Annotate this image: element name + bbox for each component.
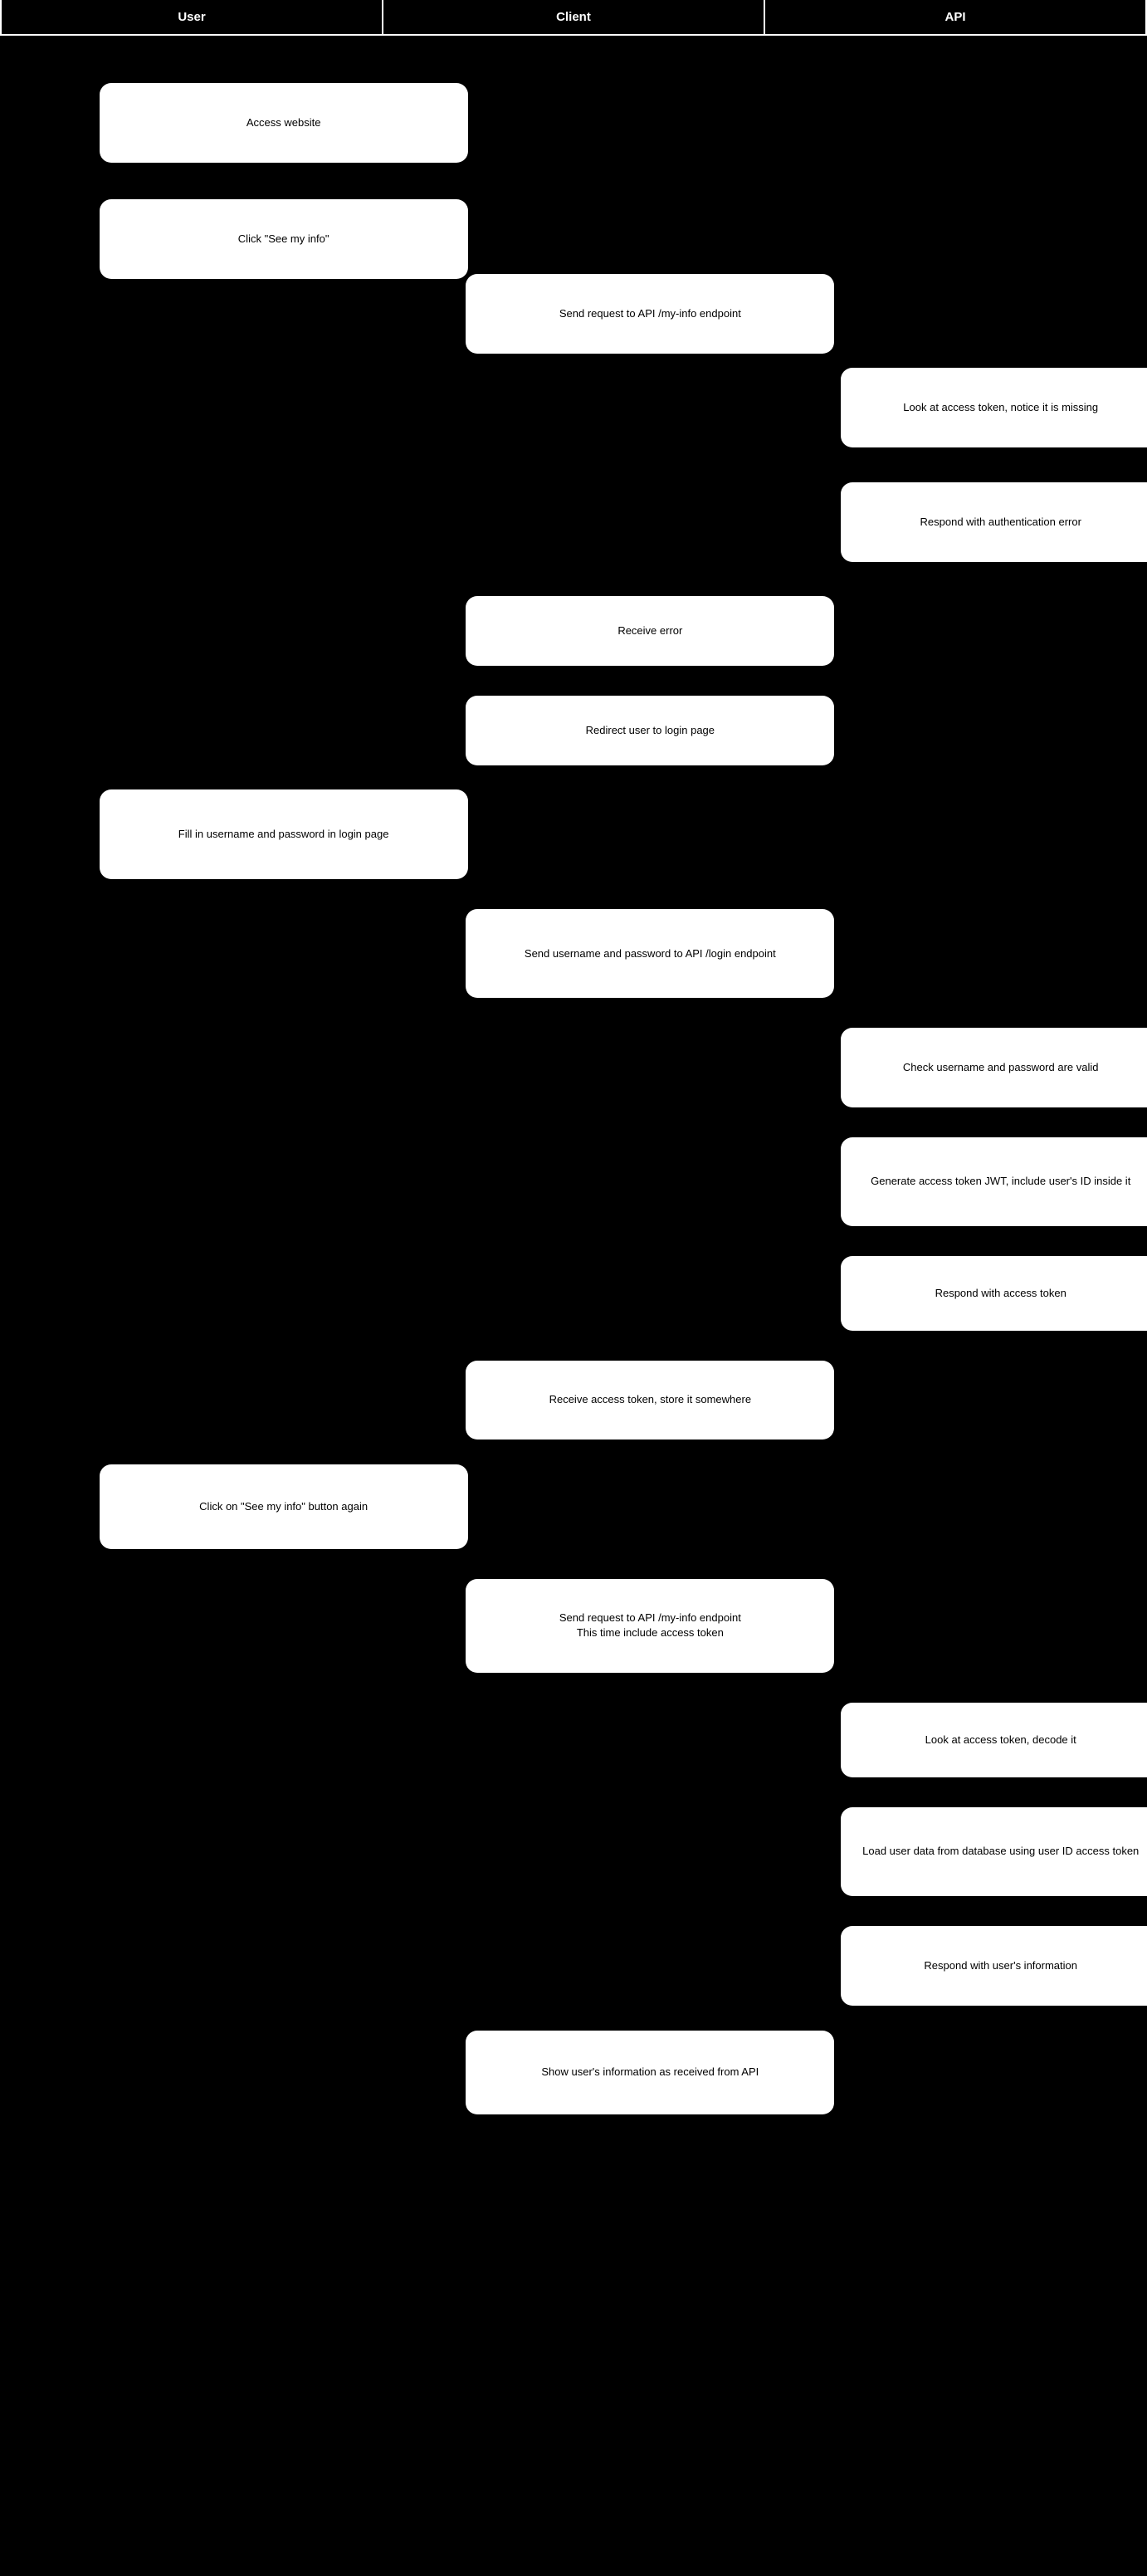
send-request-my-info: Send request to API /my-info endpoint bbox=[466, 274, 834, 354]
diagram-area: Access websiteClick "See my info"Send re… bbox=[0, 36, 1147, 2576]
access-website: Access website bbox=[100, 83, 468, 163]
check-username-password: Check username and password are valid bbox=[841, 1028, 1147, 1107]
look-at-access-token-missing: Look at access token, notice it is missi… bbox=[841, 368, 1147, 447]
header-user: User bbox=[0, 0, 383, 34]
header-api: API bbox=[765, 0, 1147, 34]
show-user-info: Show user's information as received from… bbox=[466, 2031, 834, 2115]
send-request-my-info-2: Send request to API /my-info endpoint Th… bbox=[466, 1579, 834, 1674]
generate-access-token: Generate access token JWT, include user'… bbox=[841, 1137, 1147, 1227]
fill-username-password: Fill in username and password in login p… bbox=[100, 789, 468, 879]
click-see-my-info-again: Click on "See my info" button again bbox=[100, 1464, 468, 1549]
click-see-my-info: Click "See my info" bbox=[100, 199, 468, 279]
load-user-data: Load user data from database using user … bbox=[841, 1807, 1147, 1897]
redirect-login: Redirect user to login page bbox=[466, 696, 834, 765]
respond-auth-error: Respond with authentication error bbox=[841, 482, 1147, 562]
receive-store-token: Receive access token, store it somewhere bbox=[466, 1361, 834, 1440]
send-username-password: Send username and password to API /login… bbox=[466, 909, 834, 999]
receive-error: Receive error bbox=[466, 596, 834, 666]
look-at-access-token-decode: Look at access token, decode it bbox=[841, 1703, 1147, 1777]
respond-user-info: Respond with user's information bbox=[841, 1926, 1147, 2006]
header-client: Client bbox=[383, 0, 765, 34]
respond-access-token: Respond with access token bbox=[841, 1256, 1147, 1331]
diagram-header: User Client API bbox=[0, 0, 1147, 36]
